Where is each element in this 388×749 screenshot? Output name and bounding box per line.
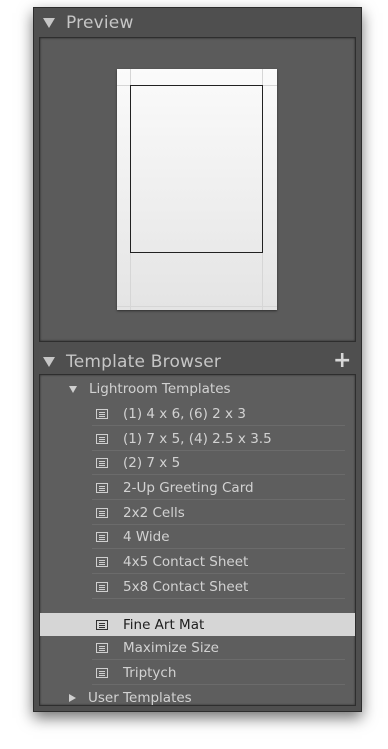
template-label: (1) 7 x 5, (4) 2.5 x 3.5 [123, 431, 272, 447]
template-icon [96, 483, 108, 493]
template-label: (2) 7 x 5 [123, 455, 181, 471]
disclosure-triangle-icon[interactable] [69, 385, 77, 393]
preview-header[interactable]: Preview [34, 9, 361, 37]
template-label: 4x5 Contact Sheet [123, 554, 249, 570]
disclosure-triangle-icon[interactable] [69, 694, 76, 702]
row-divider [92, 659, 345, 660]
template-item[interactable]: 4 Wide [40, 525, 355, 549]
template-label: 2x2 Cells [123, 505, 185, 521]
folder-user-templates[interactable]: User Templates [40, 686, 355, 710]
template-label: Fine Art Mat [123, 616, 205, 633]
template-icon [96, 532, 108, 542]
margin-guide [117, 306, 277, 307]
image-cell [130, 85, 263, 253]
template-item[interactable]: 2-Up Greeting Card [40, 476, 355, 500]
template-item[interactable]: (1) 4 x 6, (6) 2 x 3 [40, 402, 355, 426]
template-icon [96, 409, 108, 419]
template-label: (1) 4 x 6, (6) 2 x 3 [123, 406, 246, 422]
template-icon [96, 643, 108, 653]
preview-title: Preview [66, 13, 134, 33]
row-divider [92, 548, 345, 549]
row-divider [92, 474, 345, 475]
preview-area [39, 37, 356, 342]
folder-label: Lightroom Templates [89, 381, 231, 397]
collapse-triangle-icon[interactable] [43, 18, 55, 28]
template-icon [96, 582, 108, 592]
template-browser-list: Lightroom Templates (1) 4 x 6, (6) 2 x 3… [39, 374, 356, 706]
template-icon [96, 434, 108, 444]
template-browser-header[interactable]: Template Browser + [34, 348, 361, 376]
folder-label: User Templates [88, 690, 192, 706]
row-divider [92, 573, 345, 574]
template-item-selected[interactable]: Fine Art Mat [40, 613, 355, 636]
template-label: 4 Wide [123, 529, 170, 545]
template-icon [96, 668, 108, 678]
template-item[interactable]: Triptych [40, 661, 355, 685]
collapse-triangle-icon[interactable] [43, 357, 55, 367]
template-label: Triptych [123, 665, 177, 681]
template-item[interactable]: (1) 7 x 5, (4) 2.5 x 3.5 [40, 427, 355, 451]
template-label: 2-Up Greeting Card [123, 480, 254, 496]
print-module-left-panel: Preview Template Browser + Lightroom Tem… [33, 7, 362, 712]
template-icon [96, 557, 108, 567]
template-item[interactable]: Maximize Size [40, 636, 355, 660]
template-item[interactable]: (2) 7 x 5 [40, 451, 355, 475]
template-item[interactable]: 4x5 Contact Sheet [40, 550, 355, 574]
row-divider [92, 598, 345, 599]
template-icon [96, 619, 108, 630]
template-icon [96, 508, 108, 518]
folder-lightroom-templates[interactable]: Lightroom Templates [40, 377, 355, 401]
plus-icon[interactable]: + [333, 350, 351, 372]
row-divider [92, 499, 345, 500]
template-item[interactable]: 5x8 Contact Sheet [40, 575, 355, 599]
row-divider [92, 425, 345, 426]
template-label: Maximize Size [123, 640, 219, 656]
template-icon [96, 458, 108, 468]
row-divider [92, 684, 345, 685]
template-browser-title: Template Browser [66, 352, 222, 372]
template-item[interactable]: 2x2 Cells [40, 501, 355, 525]
template-label: 5x8 Contact Sheet [123, 579, 249, 595]
page-preview [117, 69, 277, 310]
